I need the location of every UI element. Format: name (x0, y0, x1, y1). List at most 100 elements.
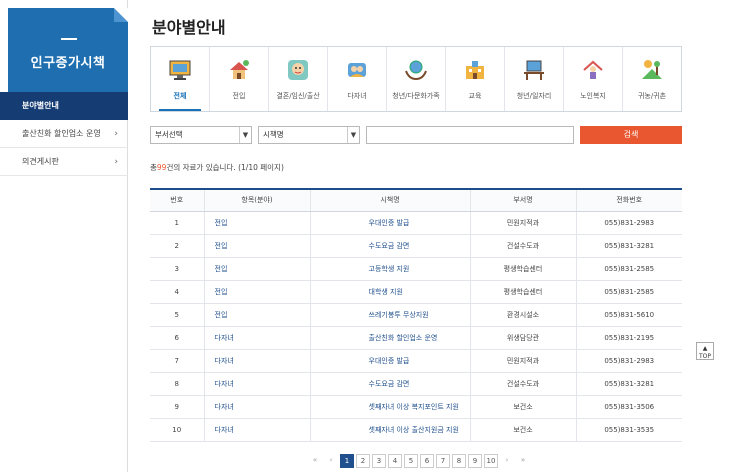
row-phone: 055)831-2983 (576, 349, 682, 373)
tab-label: 청년/다문화가족 (392, 92, 440, 100)
row-number: 2 (150, 234, 205, 258)
row-phone: 055)831-3506 (576, 395, 682, 419)
chevron-down-icon: ▼ (347, 127, 359, 143)
row-policy-link[interactable]: 수도요금 감면 (310, 234, 471, 258)
family-icon (348, 63, 366, 77)
desk-icon (524, 60, 544, 80)
row-policy-link[interactable]: 우대인증 발급 (310, 211, 471, 235)
tab-education[interactable]: 교육 (446, 47, 505, 111)
table-row: 10 다자녀 셋째자녀 이상 출산지원금 지원 보건소 055)831-3535 (150, 418, 682, 442)
row-category: 전입 (204, 211, 311, 235)
row-number: 1 (150, 211, 205, 235)
row-policy-link[interactable]: 셋째자녀 이상 출산지원금 지원 (310, 418, 471, 442)
row-phone: 055)831-5610 (576, 303, 682, 327)
row-department: 보건소 (470, 395, 577, 419)
row-policy-link[interactable]: 출산친화 할인업소 운영 (310, 326, 471, 350)
row-department: 위생담당관 (470, 326, 577, 350)
table-row: 3 전입 고등학생 지원 평생학습센터 055)831-2585 (150, 257, 682, 281)
page-2-button[interactable]: 2 (356, 454, 370, 468)
tab-return-farm[interactable]: 귀농/귀촌 (623, 47, 681, 111)
chevron-right-icon: › (114, 129, 118, 139)
column-header: 부서명 (470, 189, 577, 212)
scroll-top-button[interactable]: ▲ TOP (696, 342, 714, 360)
row-phone: 055)831-2983 (576, 211, 682, 235)
top-label: TOP (698, 353, 711, 360)
department-select[interactable]: 부서선택 ▼ (150, 126, 252, 144)
page-4-button[interactable]: 4 (388, 454, 402, 468)
row-department: 환경시설소 (470, 303, 577, 327)
sidebar-item-label: 의견게시판 (22, 157, 59, 166)
tab-label: 전입 (232, 92, 246, 100)
row-department: 평생학습센터 (470, 257, 577, 281)
row-policy-link[interactable]: 대학생 지원 (310, 280, 471, 304)
row-category: 전입 (204, 280, 311, 304)
tab-move-in[interactable]: 전입 (210, 47, 269, 111)
tab-youth-multicultural[interactable]: 청년/다문화가족 (387, 47, 446, 111)
row-category: 전입 (204, 257, 311, 281)
first-page-button[interactable]: « (308, 454, 322, 468)
chevron-right-icon: › (114, 157, 118, 167)
sidebar-header: 인구증가시책 (8, 8, 128, 92)
tab-label: 다자녀 (347, 92, 367, 100)
last-page-button[interactable]: » (516, 454, 530, 468)
prev-page-button[interactable]: ‹ (324, 454, 338, 468)
header-dash (61, 38, 77, 40)
tab-youth-jobs[interactable]: 청년/일자리 (505, 47, 564, 111)
pagination: « ‹ 1 2 3 4 5 6 7 8 9 10 ›» (308, 454, 532, 468)
tab-all[interactable]: 전체 (151, 47, 210, 111)
sidebar-item-label: 분야별안내 (22, 101, 59, 110)
page-1-button[interactable]: 1 (340, 454, 354, 468)
sidebar-item-discount-stores[interactable]: 출산친화 할인업소 운영 › (0, 120, 128, 148)
sidebar-item-opinion-board[interactable]: 의견게시판 › (0, 148, 128, 176)
result-prefix: 총 (150, 163, 157, 172)
page-9-button[interactable]: 9 (468, 454, 482, 468)
row-policy-link[interactable]: 셋째자녀 이상 복지포인트 지원 (310, 395, 471, 419)
table-row: 2 전입 수도요금 감면 건설수도과 055)831-3281 (150, 234, 682, 258)
sidebar-item-field-guide[interactable]: 분야별안내 (0, 92, 128, 120)
row-policy-link[interactable]: 수도요금 감면 (310, 372, 471, 396)
tab-multi-child[interactable]: 다자녀 (328, 47, 387, 111)
row-department: 민원지적과 (470, 349, 577, 373)
page-10-button[interactable]: 10 (484, 454, 498, 468)
row-phone: 055)831-2585 (576, 257, 682, 281)
page-3-button[interactable]: 3 (372, 454, 386, 468)
baby-icon (288, 60, 308, 80)
row-category: 전입 (204, 303, 311, 327)
row-number: 5 (150, 303, 205, 327)
tab-marriage-birth[interactable]: 결혼/임신/출산 (269, 47, 328, 111)
policy-select[interactable]: 시책명 ▼ (258, 126, 360, 144)
row-phone: 055)831-2585 (576, 280, 682, 304)
tab-label: 청년/일자리 (516, 92, 552, 100)
table-row: 4 전입 대학생 지원 평생학습센터 055)831-2585 (150, 280, 682, 304)
row-number: 4 (150, 280, 205, 304)
row-department: 평생학습센터 (470, 280, 577, 304)
page-8-button[interactable]: 8 (452, 454, 466, 468)
page-7-button[interactable]: 7 (436, 454, 450, 468)
tab-label: 전체 (173, 92, 187, 100)
table-header-row: 번호 항목(분야) 시책명 부서명 전화번호 (150, 189, 682, 212)
page-5-button[interactable]: 5 (404, 454, 418, 468)
row-department: 건설수도과 (470, 372, 577, 396)
tab-elder-welfare[interactable]: 노인복지 (564, 47, 623, 111)
tab-label: 귀농/귀촌 (637, 92, 667, 100)
policy-table: 번호 항목(분야) 시책명 부서명 전화번호 1 전입 우대인증 발급 민원지적과 05… (150, 188, 682, 442)
table-row: 8 다자녀 수도요금 감면 건설수도과 055)831-3281 (150, 372, 682, 396)
search-button[interactable]: 검색 (580, 126, 682, 144)
row-category: 다자녀 (204, 326, 311, 350)
row-phone: 055)831-2195 (576, 326, 682, 350)
row-category: 다자녀 (204, 349, 311, 373)
result-suffix: 건의 자료가 있습니다. (1/10 페이지) (166, 163, 284, 172)
search-input[interactable] (366, 126, 574, 144)
page-6-button[interactable]: 6 (420, 454, 434, 468)
department-select-value: 부서선택 (155, 130, 183, 139)
row-policy-link[interactable]: 쓰레기봉투 무상지원 (310, 303, 471, 327)
row-phone: 055)831-3281 (576, 234, 682, 258)
row-department: 건설수도과 (470, 234, 577, 258)
row-policy-link[interactable]: 우대인증 발급 (310, 349, 471, 373)
next-page-button[interactable]: › (500, 454, 514, 468)
policy-select-value: 시책명 (263, 130, 284, 139)
row-number: 3 (150, 257, 205, 281)
row-policy-link[interactable]: 고등학생 지원 (310, 257, 471, 281)
row-number: 7 (150, 349, 205, 373)
row-category: 다자녀 (204, 395, 311, 419)
